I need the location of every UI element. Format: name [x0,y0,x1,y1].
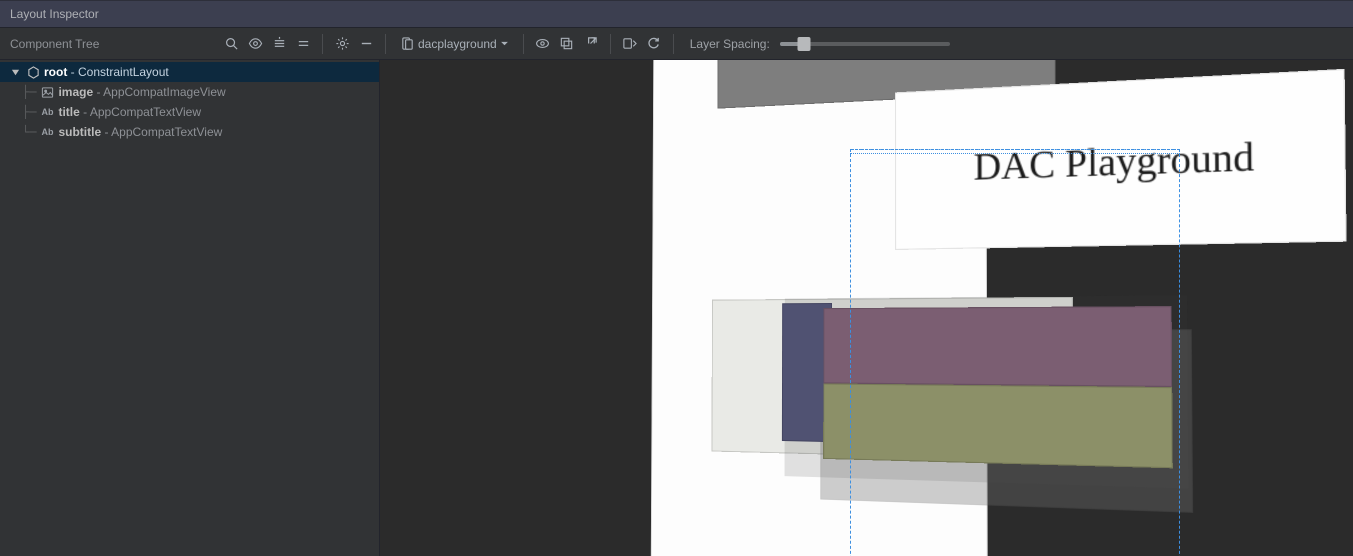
expand-all-icon[interactable] [268,33,290,55]
tree-node-type: - AppCompatImageView [96,85,225,99]
layout-3d-viewport[interactable]: DAC Playground [380,60,1353,556]
separator [322,34,323,54]
chevron-down-icon [500,39,509,48]
layout-inspector-window: Layout Inspector Component Tree [0,0,1353,556]
tree-connector: ├─ [22,105,36,119]
tree-node-type: - ConstraintLayout [71,65,169,79]
minimize-icon[interactable] [355,33,377,55]
separator [523,34,524,54]
tree-node-type: - AppCompatTextView [83,105,201,119]
live-update-icon[interactable] [619,33,641,55]
refresh-icon[interactable] [643,33,665,55]
tree-connector: ├─ [22,85,36,99]
tree-node-name: title [58,105,79,119]
text-icon: Ab [40,107,54,117]
tree-node-name: subtitle [58,125,101,139]
tree-node-root[interactable]: root - ConstraintLayout [0,62,379,82]
layer-spacing-label: Layer Spacing: [690,37,770,51]
separator [673,34,674,54]
body: root - ConstraintLayout ├─ image - AppCo… [0,60,1353,556]
separator [610,34,611,54]
process-name: dacplayground [418,37,497,51]
tree-node-image[interactable]: ├─ image - AppCompatImageView [0,82,379,102]
collapse-all-icon[interactable] [292,33,314,55]
window-title: Layout Inspector [10,7,99,21]
process-selector[interactable]: dacplayground [394,36,515,51]
show-bounds-icon[interactable] [532,33,554,55]
slider-thumb[interactable] [797,37,810,51]
chevron-down-icon[interactable] [8,68,22,77]
text-icon: Ab [40,127,54,137]
layout-viewport-panel: DAC Playground [380,60,1353,556]
select-layer-icon[interactable] [556,33,578,55]
tree-node-type: - AppCompatTextView [104,125,222,139]
tree-node-title[interactable]: ├─ Ab title - AppCompatTextView [0,102,379,122]
export-icon[interactable] [580,33,602,55]
visibility-icon[interactable] [244,33,266,55]
tree-node-name: root [44,65,67,79]
window-title-bar: Layout Inspector [0,0,1353,28]
separator [385,34,386,54]
gear-icon[interactable] [331,33,353,55]
tree-node-subtitle[interactable]: └─ Ab subtitle - AppCompatTextView [0,122,379,142]
search-icon[interactable] [220,33,242,55]
component-tree[interactable]: root - ConstraintLayout ├─ image - AppCo… [0,60,379,142]
component-tree-header: Component Tree [0,37,220,51]
layer-spacing-slider[interactable] [780,42,950,46]
tree-connector: └─ [22,125,36,139]
image-icon [40,86,54,99]
tree-node-name: image [58,85,93,99]
component-tree-panel: root - ConstraintLayout ├─ image - AppCo… [0,60,380,556]
selection-outline [850,149,1180,556]
layout-icon [26,66,40,79]
toolbar: Component Tree da [0,28,1353,60]
